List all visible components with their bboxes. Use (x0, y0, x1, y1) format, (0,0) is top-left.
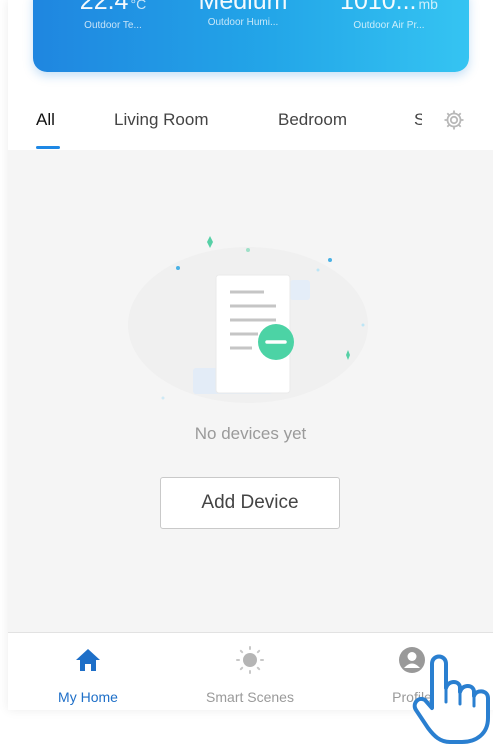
temperature-value: 22.4 (79, 0, 129, 15)
tab-living-room[interactable]: Living Room (114, 110, 209, 130)
phone-screen: 22.4 °C Outdoor Te... Medium Outdoor Humi… (8, 0, 493, 710)
header-area: 22.4 °C Outdoor Te... Medium Outdoor Humi… (8, 0, 493, 150)
empty-state-message: No devices yet (194, 424, 307, 443)
add-device-button[interactable]: Add Device (160, 477, 340, 529)
nav-smart-scenes-label: Smart Scenes (206, 689, 294, 705)
tab-all[interactable]: All (36, 110, 55, 130)
weather-temperature: 22.4 °C Outdoor Te... (53, 0, 173, 33)
empty-devices-illustration (128, 236, 368, 403)
temperature-label: Outdoor Te... (84, 20, 142, 31)
empty-state: No devices yet Add Device (8, 150, 493, 630)
pressure-label: Outdoor Air Pr... (353, 20, 425, 31)
room-tabs: All Living Room Bedroom S (8, 100, 493, 150)
pressure-unit: mb (418, 0, 438, 12)
humidity-value: Medium (198, 0, 288, 15)
weather-card[interactable]: 22.4 °C Outdoor Te... Medium Outdoor Humi… (33, 0, 469, 72)
active-tab-indicator (36, 146, 60, 149)
tab-next-partial[interactable]: S (414, 110, 422, 130)
nav-smart-scenes[interactable]: Smart Scenes (170, 633, 330, 710)
home-icon (76, 649, 100, 671)
weather-humidity: Medium Outdoor Humi... (183, 0, 303, 30)
nav-my-home[interactable]: My Home (8, 633, 168, 710)
hand-pointer-icon (412, 654, 490, 744)
pressure-value: 1010... (340, 0, 417, 15)
nav-my-home-label: My Home (58, 689, 118, 705)
gear-icon[interactable] (442, 108, 466, 132)
tab-bedroom[interactable]: Bedroom (278, 110, 347, 130)
sun-icon (236, 646, 264, 674)
temperature-unit: °C (130, 0, 147, 12)
humidity-label: Outdoor Humi... (207, 17, 279, 28)
weather-pressure: 1010... mb Outdoor Air Pr... (329, 0, 449, 33)
